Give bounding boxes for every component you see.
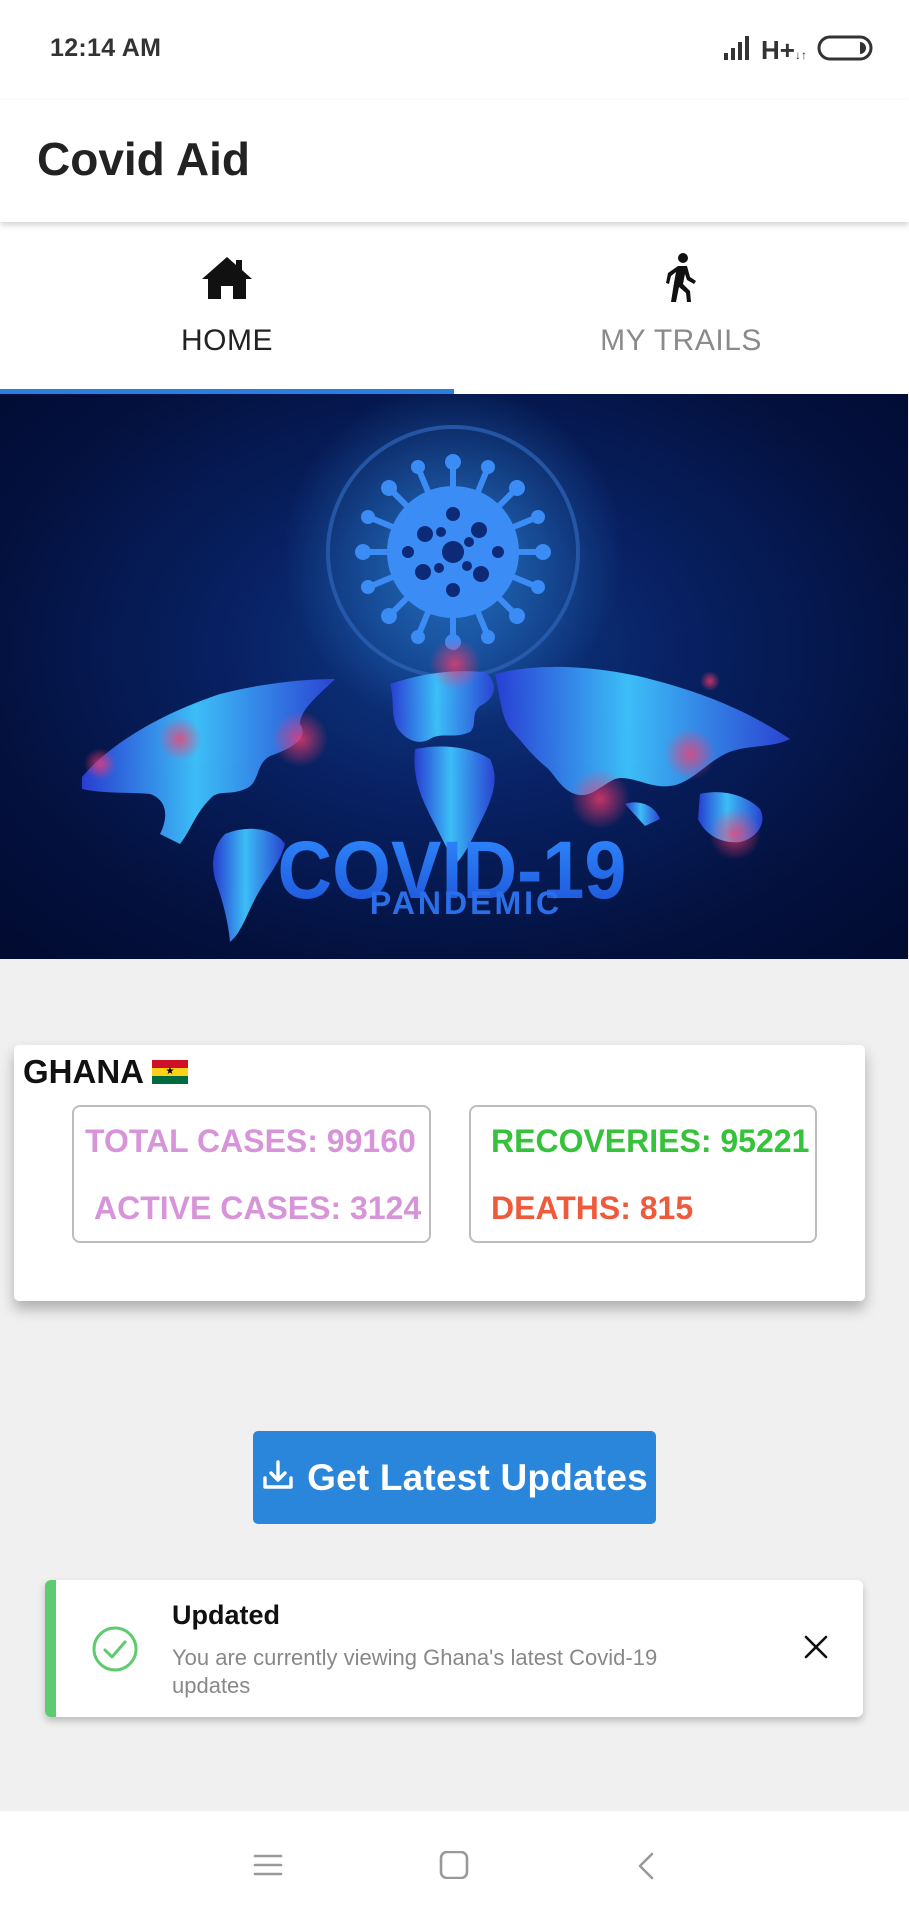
app-bar: Covid Aid — [0, 100, 909, 222]
network-type-icon: H+↓↑ — [761, 34, 807, 65]
tab-my-trails[interactable]: MY TRAILS — [454, 222, 908, 394]
back-chevron-icon[interactable] — [634, 1851, 658, 1886]
home-icon — [199, 250, 255, 306]
check-circle-icon — [91, 1625, 139, 1678]
walking-person-icon — [661, 250, 701, 306]
tab-bar: HOME MY TRAILS — [0, 222, 909, 394]
notification-message: You are currently viewing Ghana's latest… — [172, 1645, 658, 1698]
ghana-flag-icon: ★ — [152, 1060, 188, 1084]
active-cases: ACTIVE CASES: 3124 — [94, 1190, 422, 1226]
virus-icon — [355, 454, 551, 650]
app-title: Covid Aid — [37, 133, 250, 185]
cases-box: TOTAL CASES: 99160 ACTIVE CASES: 3124 — [72, 1105, 431, 1243]
updated-notification: Updated You are currently viewing Ghana'… — [45, 1580, 863, 1717]
banner-subtitle: PANDEMIC — [370, 885, 562, 921]
get-latest-updates-label: Get Latest Updates — [307, 1456, 648, 1498]
home-square-icon[interactable] — [439, 1850, 469, 1884]
status-bar: 12:14 AM H+↓↑ — [0, 0, 909, 100]
download-icon — [261, 1458, 295, 1497]
country-name: GHANA — [23, 1053, 144, 1090]
deaths: DEATHS: 815 — [491, 1190, 694, 1226]
total-cases: TOTAL CASES: 99160 — [85, 1123, 416, 1159]
tab-home[interactable]: HOME — [0, 222, 454, 394]
signal-icon — [723, 35, 751, 65]
notification-title: Updated — [172, 1600, 280, 1630]
notification-accent-bar — [45, 1580, 56, 1717]
network-label: H+ — [761, 34, 795, 65]
status-icons: H+↓↑ — [723, 30, 875, 70]
menu-icon[interactable] — [253, 1851, 283, 1884]
country-header: GHANA ★ — [23, 1053, 188, 1091]
tab-home-label: HOME — [181, 324, 273, 357]
outcomes-box: RECOVERIES: 95221 DEATHS: 815 — [469, 1105, 817, 1243]
get-latest-updates-button[interactable]: Get Latest Updates — [253, 1431, 656, 1524]
tab-my-trails-label: MY TRAILS — [600, 324, 762, 357]
status-time: 12:14 AM — [50, 34, 162, 62]
stats-card: GHANA ★ TOTAL CASES: 99160 ACTIVE CASES:… — [14, 1045, 865, 1301]
covid-banner: COVID-19 PANDEMIC — [0, 394, 908, 959]
battery-icon — [817, 34, 875, 67]
recoveries: RECOVERIES: 95221 — [491, 1123, 810, 1159]
close-icon[interactable] — [801, 1632, 831, 1667]
system-nav-bar — [0, 1811, 909, 1920]
